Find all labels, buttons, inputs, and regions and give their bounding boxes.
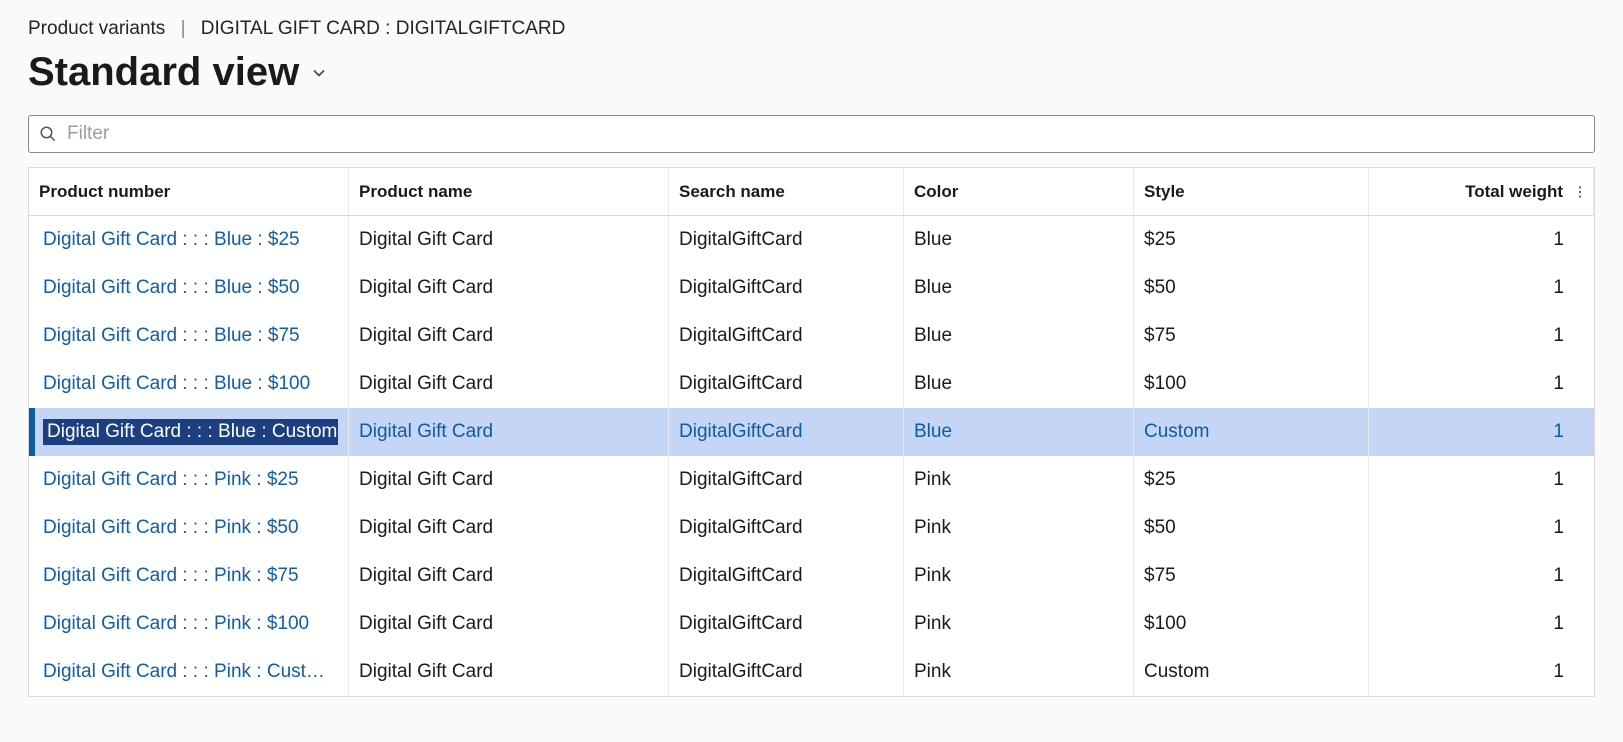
product-number-link[interactable]: Digital Gift Card : : : Pink : $25 bbox=[43, 469, 299, 491]
cell-product-name: Digital Gift Card bbox=[349, 504, 669, 552]
chevron-down-icon bbox=[309, 63, 329, 83]
cell-product-name: Digital Gift Card bbox=[349, 360, 669, 408]
cell-search-name: DigitalGiftCard bbox=[669, 648, 904, 696]
table-row[interactable]: Digital Gift Card : : : Pink : $75 Digita… bbox=[29, 552, 1594, 600]
cell-search-name: DigitalGiftCard bbox=[669, 456, 904, 504]
breadcrumb: Product variants | DIGITAL GIFT CARD : D… bbox=[28, 18, 1595, 40]
cell-product-name: Digital Gift Card bbox=[349, 600, 669, 648]
breadcrumb-section[interactable]: Product variants bbox=[28, 18, 165, 39]
view-title-label: Standard view bbox=[28, 50, 299, 95]
cell-color: Pink bbox=[904, 456, 1134, 504]
cell-total-weight: 1 bbox=[1369, 456, 1594, 504]
cell-search-name: DigitalGiftCard bbox=[669, 264, 904, 312]
cell-style: $50 bbox=[1134, 504, 1369, 552]
cell-style: $25 bbox=[1134, 456, 1369, 504]
table-row[interactable]: Digital Gift Card : : : Blue : $100 Digit… bbox=[29, 360, 1594, 408]
cell-product-name: Digital Gift Card bbox=[349, 456, 669, 504]
table-row[interactable]: Digital Gift Card : : : Pink : $50 Digita… bbox=[29, 504, 1594, 552]
cell-product-number[interactable]: Digital Gift Card : : : Pink : $100 bbox=[29, 600, 349, 648]
cell-product-name: Digital Gift Card bbox=[349, 648, 669, 696]
cell-color: Pink bbox=[904, 504, 1134, 552]
variants-grid: Product number Product name Search name … bbox=[28, 167, 1595, 697]
product-number-link[interactable]: Digital Gift Card : : : Blue : $25 bbox=[43, 229, 300, 251]
cell-total-weight: 1 bbox=[1369, 648, 1594, 696]
cell-total-weight: 1 bbox=[1369, 312, 1594, 360]
filter-input[interactable] bbox=[65, 122, 1584, 146]
col-style[interactable]: Style bbox=[1134, 168, 1369, 215]
cell-color: Blue bbox=[904, 408, 1134, 456]
cell-style: Custom bbox=[1134, 408, 1369, 456]
cell-search-name: DigitalGiftCard bbox=[669, 312, 904, 360]
product-number-link[interactable]: Digital Gift Card : : : Pink : $50 bbox=[43, 517, 299, 539]
breadcrumb-separator: | bbox=[181, 18, 186, 39]
product-number-link[interactable]: Digital Gift Card : : : Pink : $75 bbox=[43, 565, 299, 587]
cell-color: Blue bbox=[904, 216, 1134, 264]
cell-product-name: Digital Gift Card bbox=[349, 408, 669, 456]
cell-style: $75 bbox=[1134, 312, 1369, 360]
table-row[interactable]: Digital Gift Card : : : Pink : $25 Digita… bbox=[29, 456, 1594, 504]
cell-product-number[interactable]: Digital Gift Card : : : Blue : $75 bbox=[29, 312, 349, 360]
cell-total-weight: 1 bbox=[1369, 504, 1594, 552]
view-selector[interactable]: Standard view bbox=[28, 50, 1595, 95]
cell-total-weight: 1 bbox=[1369, 360, 1594, 408]
cell-total-weight: 1 bbox=[1369, 216, 1594, 264]
cell-total-weight: 1 bbox=[1369, 264, 1594, 312]
table-row[interactable]: Digital Gift Card : : : Pink : Cust… Digi… bbox=[29, 648, 1594, 696]
cell-product-name: Digital Gift Card bbox=[349, 264, 669, 312]
table-row[interactable]: Digital Gift Card : : : Pink : $100 Digit… bbox=[29, 600, 1594, 648]
cell-color: Pink bbox=[904, 600, 1134, 648]
cell-product-number[interactable]: Digital Gift Card : : : Blue : $25 bbox=[29, 216, 349, 264]
cell-total-weight: 1 bbox=[1369, 552, 1594, 600]
cell-style: $100 bbox=[1134, 360, 1369, 408]
cell-product-name: Digital Gift Card bbox=[349, 552, 669, 600]
cell-total-weight: 1 bbox=[1369, 408, 1594, 456]
table-row[interactable]: Digital Gift Card : : : Blue : $25 Digita… bbox=[29, 216, 1594, 264]
cell-search-name: DigitalGiftCard bbox=[669, 408, 904, 456]
product-number-link[interactable]: Digital Gift Card : : : Blue : $100 bbox=[43, 373, 310, 395]
product-number-link[interactable]: Digital Gift Card : : : Blue : Custom bbox=[43, 419, 338, 445]
cell-color: Blue bbox=[904, 264, 1134, 312]
cell-style: $50 bbox=[1134, 264, 1369, 312]
cell-style: $75 bbox=[1134, 552, 1369, 600]
search-icon bbox=[39, 125, 57, 143]
cell-search-name: DigitalGiftCard bbox=[669, 552, 904, 600]
cell-color: Blue bbox=[904, 312, 1134, 360]
cell-color: Pink bbox=[904, 648, 1134, 696]
breadcrumb-detail: DIGITAL GIFT CARD : DIGITALGIFTCARD bbox=[201, 18, 566, 39]
cell-product-number[interactable]: Digital Gift Card : : : Pink : $75 bbox=[29, 552, 349, 600]
cell-product-number[interactable]: Digital Gift Card : : : Blue : $100 bbox=[29, 360, 349, 408]
cell-style: Custom bbox=[1134, 648, 1369, 696]
grid-header: Product number Product name Search name … bbox=[29, 168, 1594, 216]
product-number-link[interactable]: Digital Gift Card : : : Blue : $50 bbox=[43, 277, 300, 299]
col-product-name[interactable]: Product name bbox=[349, 168, 669, 215]
cell-product-number[interactable]: Digital Gift Card : : : Pink : $25 bbox=[29, 456, 349, 504]
col-product-number[interactable]: Product number bbox=[29, 168, 349, 215]
table-row[interactable]: Digital Gift Card : : : Blue : $50 Digita… bbox=[29, 264, 1594, 312]
product-number-link[interactable]: Digital Gift Card : : : Pink : Cust… bbox=[43, 661, 325, 683]
cell-style: $25 bbox=[1134, 216, 1369, 264]
cell-product-number[interactable]: Digital Gift Card : : : Blue : Custom bbox=[29, 408, 349, 456]
cell-product-number[interactable]: Digital Gift Card : : : Pink : $50 bbox=[29, 504, 349, 552]
cell-product-number[interactable]: Digital Gift Card : : : Blue : $50 bbox=[29, 264, 349, 312]
table-row[interactable]: Digital Gift Card : : : Blue : Custom Dig… bbox=[29, 408, 1594, 456]
cell-product-number[interactable]: Digital Gift Card : : : Pink : Cust… bbox=[29, 648, 349, 696]
col-total-weight[interactable]: Total weight bbox=[1369, 168, 1594, 215]
table-row[interactable]: Digital Gift Card : : : Blue : $75 Digita… bbox=[29, 312, 1594, 360]
cell-product-name: Digital Gift Card bbox=[349, 312, 669, 360]
product-number-link[interactable]: Digital Gift Card : : : Pink : $100 bbox=[43, 613, 309, 635]
cell-search-name: DigitalGiftCard bbox=[669, 504, 904, 552]
cell-search-name: DigitalGiftCard bbox=[669, 360, 904, 408]
filter-bar[interactable] bbox=[28, 115, 1595, 153]
cell-product-name: Digital Gift Card bbox=[349, 216, 669, 264]
cell-search-name: DigitalGiftCard bbox=[669, 600, 904, 648]
more-columns-icon[interactable] bbox=[1572, 184, 1588, 200]
col-color[interactable]: Color bbox=[904, 168, 1134, 215]
col-search-name[interactable]: Search name bbox=[669, 168, 904, 215]
cell-style: $100 bbox=[1134, 600, 1369, 648]
cell-color: Blue bbox=[904, 360, 1134, 408]
cell-total-weight: 1 bbox=[1369, 600, 1594, 648]
product-number-link[interactable]: Digital Gift Card : : : Blue : $75 bbox=[43, 325, 300, 347]
cell-color: Pink bbox=[904, 552, 1134, 600]
cell-search-name: DigitalGiftCard bbox=[669, 216, 904, 264]
